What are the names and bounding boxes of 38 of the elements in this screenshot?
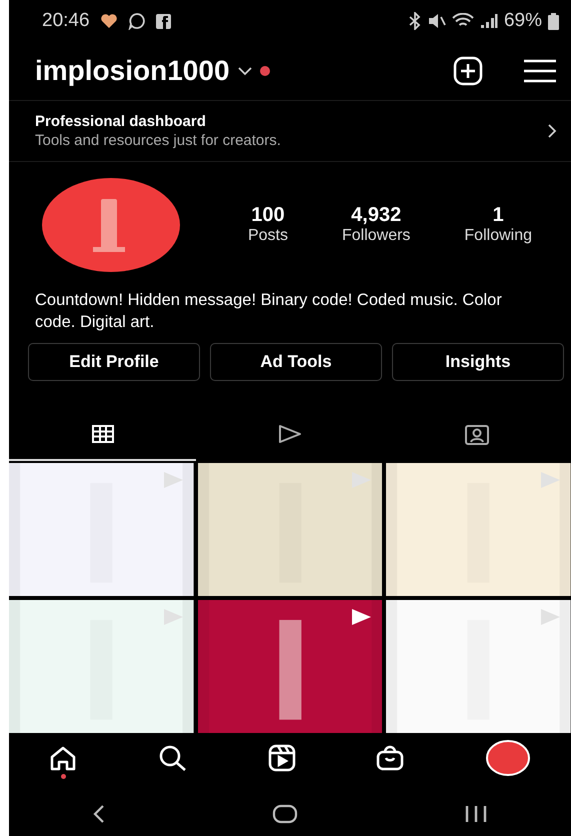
stat-label: Posts bbox=[248, 227, 288, 245]
phone-bubble-icon bbox=[128, 12, 146, 30]
dashboard-title: Professional dashboard bbox=[35, 113, 207, 130]
mute-icon bbox=[428, 13, 446, 29]
tagged-person-icon bbox=[465, 423, 490, 445]
stat-label: Followers bbox=[342, 227, 410, 245]
grid-icon bbox=[92, 425, 114, 443]
recent-apps-icon[interactable] bbox=[464, 804, 488, 824]
dashboard-subtitle: Tools and resources just for creators. bbox=[35, 132, 281, 149]
clapper-play-icon bbox=[268, 744, 296, 772]
menu-icon[interactable] bbox=[523, 59, 557, 83]
bluetooth-icon bbox=[408, 12, 422, 30]
chevron-right-icon bbox=[548, 124, 557, 138]
stat-label: Following bbox=[464, 227, 532, 245]
stat-value: 1 bbox=[492, 204, 504, 227]
battery-percent: 69% bbox=[504, 10, 542, 32]
status-time: 20:46 bbox=[42, 10, 90, 32]
nav-tab[interactable] bbox=[49, 745, 78, 779]
search-icon bbox=[158, 744, 188, 772]
play-icon bbox=[278, 424, 302, 444]
profile-action-button[interactable]: Insights bbox=[392, 343, 564, 381]
signal-icon bbox=[480, 13, 498, 29]
chevron-down-icon[interactable] bbox=[238, 66, 252, 76]
shopping-bag-icon bbox=[376, 745, 404, 771]
heart-icon bbox=[100, 14, 118, 28]
square-app-icon bbox=[156, 14, 171, 28]
stat-value: 4,932 bbox=[351, 204, 402, 227]
back-icon[interactable] bbox=[92, 804, 106, 824]
home-button-icon[interactable] bbox=[272, 804, 298, 824]
username[interactable]: implosion1000 bbox=[35, 55, 230, 87]
battery-icon bbox=[548, 12, 559, 30]
profile-action-button[interactable]: Ad Tools bbox=[210, 343, 382, 381]
profile-action-button[interactable]: Edit Profile bbox=[28, 343, 200, 381]
bio-text: Countdown! Hidden message! Binary code! Coded music. Color code. Digital art. bbox=[34, 290, 503, 333]
dashboard-banner[interactable]: Professional dashboard Tools and resources just for creators. bbox=[9, 101, 571, 162]
stat-value: 100 bbox=[251, 204, 285, 227]
home-icon bbox=[49, 745, 78, 771]
add-icon[interactable] bbox=[453, 56, 483, 86]
